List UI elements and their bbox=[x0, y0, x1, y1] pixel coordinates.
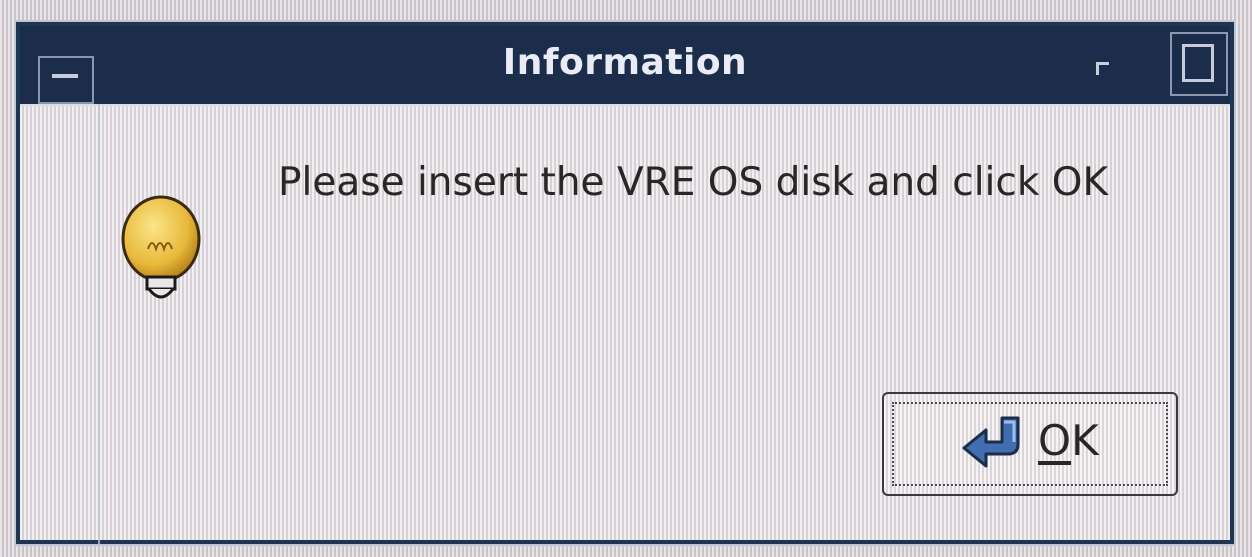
minimize-button[interactable] bbox=[1090, 56, 1120, 86]
maximize-icon bbox=[1182, 44, 1214, 82]
frame-divider bbox=[98, 104, 100, 544]
ok-button-label: OK bbox=[1038, 416, 1099, 465]
ok-label-rest: K bbox=[1071, 416, 1099, 465]
enter-arrow-icon bbox=[962, 414, 1026, 470]
title-bar[interactable]: Information bbox=[20, 26, 1230, 106]
dialog-message: Please insert the VRE OS disk and click … bbox=[278, 160, 1109, 205]
window-title: Information bbox=[502, 42, 748, 83]
lightbulb-icon bbox=[116, 191, 206, 311]
focus-ring bbox=[892, 402, 1168, 486]
information-dialog: Information Please insert the VRE OS dis… bbox=[16, 22, 1234, 544]
minimize-icon bbox=[1096, 62, 1109, 75]
ok-mnemonic: O bbox=[1038, 416, 1072, 465]
ok-button[interactable]: OK bbox=[882, 392, 1178, 496]
screen-background: Information Please insert the VRE OS dis… bbox=[0, 0, 1252, 557]
maximize-button[interactable] bbox=[1170, 32, 1228, 96]
